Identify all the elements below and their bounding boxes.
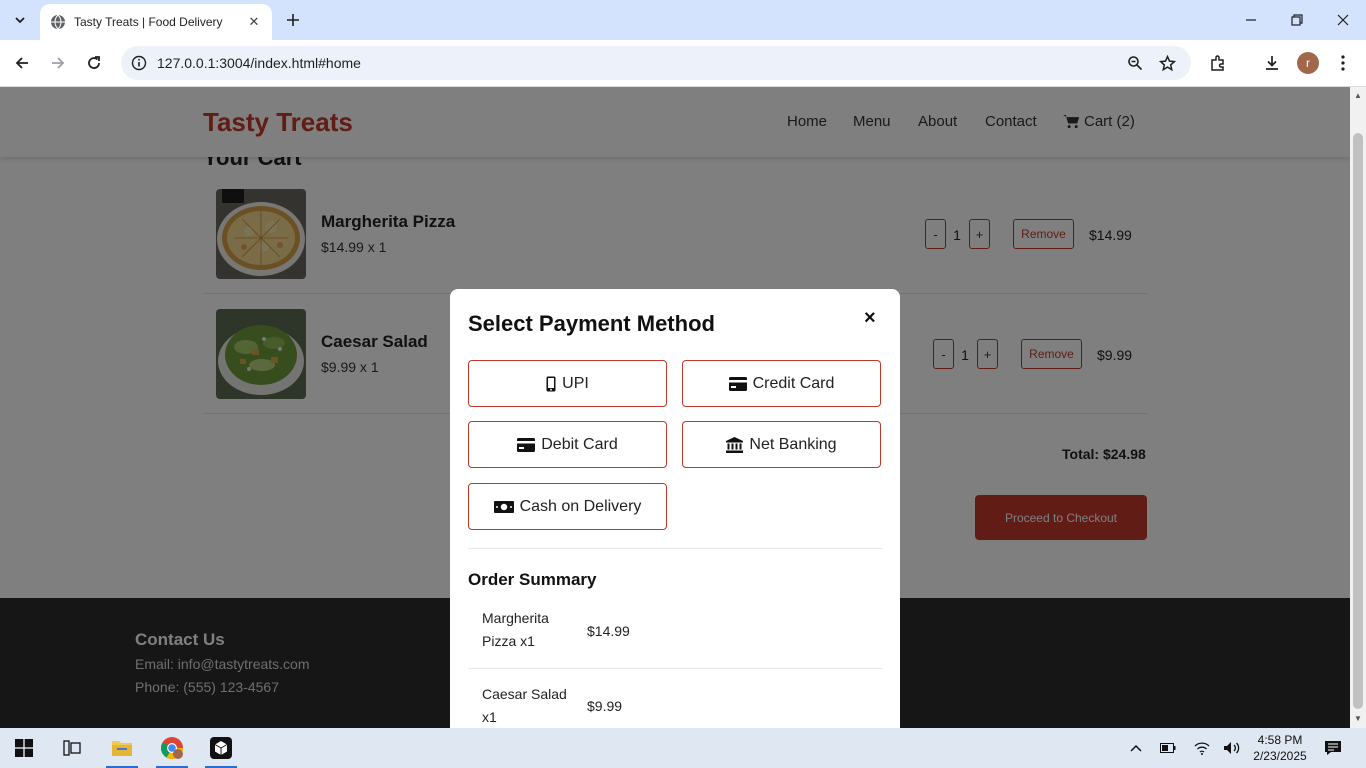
plus-icon <box>287 14 299 26</box>
globe-icon <box>51 14 65 30</box>
extensions-icon[interactable] <box>1207 52 1229 74</box>
tab-search-button[interactable] <box>8 8 32 32</box>
url-text: 127.0.0.1:3004/index.html#home <box>157 55 361 71</box>
summary-item-price: $9.99 <box>587 698 623 714</box>
forward-button[interactable] <box>43 48 73 78</box>
close-window-button[interactable] <box>1320 0 1366 40</box>
modal-title: Select Payment Method <box>468 311 715 336</box>
close-icon <box>1337 14 1349 26</box>
pay-debit-card-button[interactable]: Debit Card <box>468 421 667 468</box>
tab-strip: Tasty Treats | Food Delivery ✕ <box>0 0 1366 40</box>
network-icon[interactable] <box>1192 738 1212 758</box>
minimize-icon <box>1246 19 1256 21</box>
minimize-button[interactable] <box>1228 0 1274 40</box>
summary-divider <box>468 668 882 669</box>
address-bar[interactable]: 127.0.0.1:3004/index.html#home <box>121 46 1191 80</box>
new-tab-button[interactable] <box>281 8 305 32</box>
task-view-button[interactable] <box>52 728 92 768</box>
volume-icon[interactable] <box>1222 738 1242 758</box>
scroll-thumb[interactable] <box>1353 133 1363 709</box>
site-info-icon[interactable] <box>129 53 149 73</box>
page-viewport: Your Cart Margherita Pizza $14.99 x 1 - … <box>0 87 1350 728</box>
back-button[interactable] <box>7 48 37 78</box>
tab-title: Tasty Treats | Food Delivery <box>74 15 223 29</box>
start-button[interactable] <box>4 728 44 768</box>
scroll-down-icon[interactable]: ▼ <box>1353 714 1363 724</box>
summary-item-price: $14.99 <box>587 623 630 639</box>
restore-icon <box>1291 14 1303 26</box>
pay-net-banking-button[interactable]: Net Banking <box>682 421 881 468</box>
debit-card-icon <box>517 437 536 452</box>
profile-avatar[interactable]: r <box>1297 52 1319 74</box>
windows-taskbar: 4:58 PM 2/23/2025 <box>0 728 1366 768</box>
cursor-app-icon <box>210 737 232 759</box>
mobile-icon <box>546 376 556 391</box>
summary-item-name: Margherita Pizza x1 <box>482 610 549 649</box>
chrome-icon <box>161 737 183 759</box>
pay-cod-button[interactable]: Cash on Delivery <box>468 483 667 530</box>
modal-close-icon[interactable]: × <box>864 307 876 330</box>
zoom-icon[interactable] <box>1125 53 1145 73</box>
pay-upi-label: UPI <box>562 374 589 392</box>
cash-icon <box>493 500 514 513</box>
tab-close-icon[interactable]: ✕ <box>246 14 262 30</box>
reload-button[interactable] <box>79 48 109 78</box>
tray-overflow-icon[interactable] <box>1126 738 1146 758</box>
tab-active[interactable]: Tasty Treats | Food Delivery ✕ <box>40 4 272 40</box>
arrow-right-icon <box>52 57 65 69</box>
chrome-taskbar-button[interactable] <box>152 728 192 768</box>
reload-icon <box>88 56 100 69</box>
payment-modal: Select Payment Method × UPI Credit Card … <box>450 289 900 728</box>
clock-date: 2/23/2025 <box>1253 749 1307 763</box>
system-clock[interactable]: 4:58 PM 2/23/2025 <box>1250 732 1310 764</box>
chevron-down-icon <box>15 17 25 24</box>
order-summary-heading: Order Summary <box>468 570 597 589</box>
pay-upi-button[interactable]: UPI <box>468 360 667 407</box>
restore-button[interactable] <box>1274 0 1320 40</box>
battery-icon[interactable] <box>1158 738 1178 758</box>
windows-icon <box>15 739 33 757</box>
page-scrollbar[interactable]: ▲ ▼ <box>1350 87 1366 728</box>
summary-item-name: Caesar Salad x1 <box>482 686 567 725</box>
pay-credit-card-label: Credit Card <box>752 374 835 392</box>
pay-net-banking-label: Net Banking <box>749 435 837 453</box>
notifications-icon[interactable] <box>1323 738 1343 758</box>
kebab-menu-icon[interactable] <box>1332 52 1354 74</box>
browser-toolbar: 127.0.0.1:3004/index.html#home r <box>0 40 1366 87</box>
pay-credit-card-button[interactable]: Credit Card <box>682 360 881 407</box>
arrow-left-icon <box>15 57 28 69</box>
pay-cod-label: Cash on Delivery <box>519 497 642 515</box>
task-view-icon <box>63 740 81 756</box>
bookmark-star-icon[interactable] <box>1157 53 1177 73</box>
folder-icon <box>112 741 132 756</box>
clock-time: 4:58 PM <box>1257 733 1303 747</box>
download-icon[interactable] <box>1261 52 1283 74</box>
bank-icon <box>726 436 744 453</box>
pay-debit-card-label: Debit Card <box>541 435 618 453</box>
file-explorer-button[interactable] <box>102 728 142 768</box>
credit-card-icon <box>728 376 747 391</box>
scroll-up-icon[interactable]: ▲ <box>1353 91 1363 101</box>
cursor-app-button[interactable] <box>201 728 241 768</box>
modal-divider <box>468 548 882 549</box>
